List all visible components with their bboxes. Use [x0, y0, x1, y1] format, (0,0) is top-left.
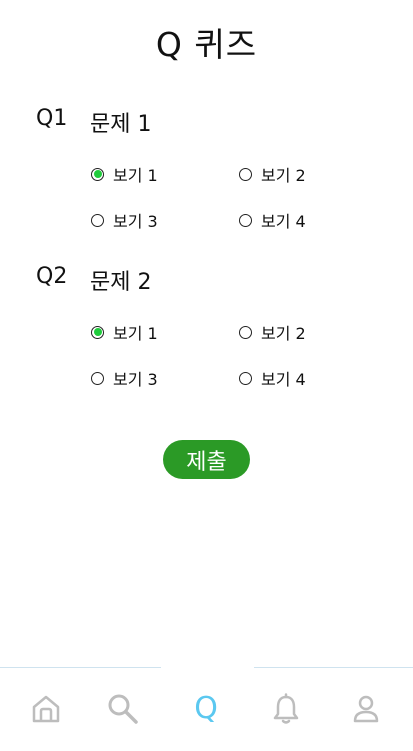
option-label: 보기 1 — [113, 166, 158, 185]
radio-icon[interactable] — [239, 213, 252, 227]
tab-notifications[interactable] — [266, 689, 306, 729]
radio-icon[interactable] — [239, 325, 252, 339]
quiz-screen: Q 퀴즈 Q1 문제 1 보기 1 보기 2 보기 3 보기 4 Q2 문제 2… — [0, 0, 413, 751]
tab-profile[interactable] — [346, 689, 386, 729]
option-q1-3[interactable]: 보기 3 — [91, 210, 158, 231]
option-q2-3[interactable]: 보기 3 — [91, 368, 158, 389]
option-q2-2[interactable]: 보기 2 — [239, 322, 306, 343]
radio-selected-icon[interactable] — [91, 167, 104, 181]
option-q2-4[interactable]: 보기 4 — [239, 368, 306, 389]
option-q1-4[interactable]: 보기 4 — [239, 210, 306, 231]
search-icon — [108, 694, 138, 724]
page-title: Q 퀴즈 — [155, 25, 258, 64]
option-label: 보기 4 — [261, 370, 306, 389]
quiz-q-icon: Q — [194, 691, 218, 726]
home-icon — [32, 695, 60, 723]
radio-icon[interactable] — [91, 371, 104, 385]
question-number: Q2 — [36, 264, 68, 289]
radio-icon[interactable] — [239, 167, 252, 181]
submit-button[interactable]: 제출 — [163, 440, 250, 479]
option-label: 보기 4 — [261, 212, 306, 231]
option-label: 보기 3 — [113, 370, 158, 389]
question-text: 문제 2 — [90, 270, 152, 295]
tabbar-divider — [254, 667, 413, 668]
tab-quiz[interactable]: Q — [186, 689, 226, 729]
question-number: Q1 — [36, 106, 68, 131]
option-label: 보기 2 — [261, 324, 306, 343]
option-label: 보기 1 — [113, 324, 158, 343]
option-q2-1[interactable]: 보기 1 — [91, 322, 158, 343]
radio-icon[interactable] — [239, 371, 252, 385]
option-q1-2[interactable]: 보기 2 — [239, 164, 306, 185]
tabbar-divider — [0, 667, 161, 668]
profile-icon — [353, 695, 379, 723]
question-text: 문제 1 — [90, 112, 152, 137]
radio-selected-icon[interactable] — [91, 325, 104, 339]
tab-home[interactable] — [26, 689, 66, 729]
tab-search[interactable] — [103, 689, 143, 729]
option-label: 보기 2 — [261, 166, 306, 185]
bottom-tab-bar: Q — [0, 667, 413, 751]
bell-icon — [273, 693, 299, 724]
radio-icon[interactable] — [91, 213, 104, 227]
option-q1-1[interactable]: 보기 1 — [91, 164, 158, 185]
option-label: 보기 3 — [113, 212, 158, 231]
